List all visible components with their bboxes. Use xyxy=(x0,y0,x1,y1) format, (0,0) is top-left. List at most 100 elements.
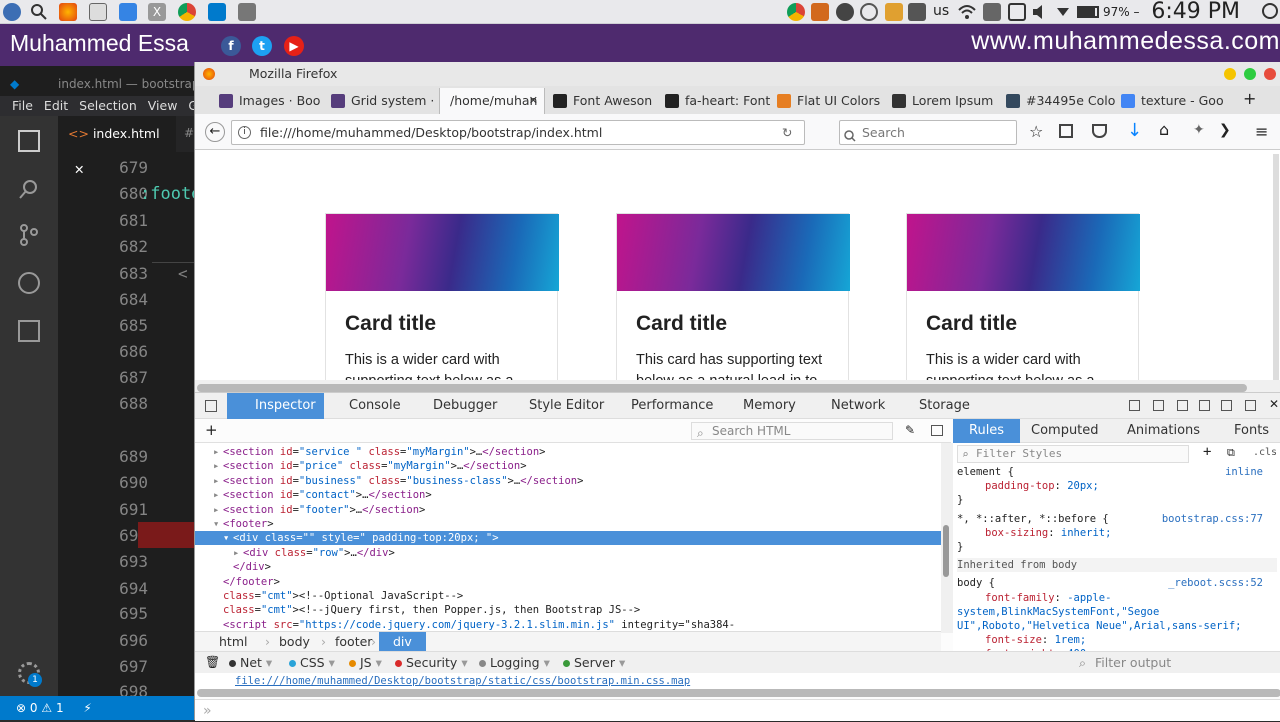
vscode-launcher-icon[interactable] xyxy=(208,3,226,21)
responsive-icon[interactable] xyxy=(1177,400,1188,411)
markup-node[interactable]: <script src="https://code.jquery.com/jqu… xyxy=(195,618,735,632)
devtools-tab-debugger[interactable]: Debugger xyxy=(413,393,497,419)
css-rule-line[interactable]: } xyxy=(957,493,1277,507)
sidebar-toggle-icon[interactable] xyxy=(931,425,943,436)
chevron-right-icon[interactable]: ▸ xyxy=(213,474,219,488)
rules-tab-rules[interactable]: Rules xyxy=(953,419,1021,443)
markup-scrollbar[interactable] xyxy=(941,443,953,633)
keyboard-layout[interactable]: us xyxy=(933,3,949,19)
devtools-tab-style-editor[interactable]: Style Editor xyxy=(509,393,604,419)
markup-node[interactable]: </div> xyxy=(195,560,271,574)
chevron-right-icon[interactable]: ▸ xyxy=(233,546,239,560)
console-horizontal-scrollbar[interactable] xyxy=(197,689,1280,697)
markup-node[interactable]: ▸ <section id="business" class="business… xyxy=(195,474,583,488)
filter-styles-input[interactable]: ⌕ Filter Styles xyxy=(957,445,1189,463)
overflow-chevron-icon[interactable]: ❯ xyxy=(1219,122,1231,138)
markup-node[interactable]: ▸ <div class="row">…</div> xyxy=(195,546,395,560)
search-field[interactable]: Search xyxy=(839,120,1017,145)
menu-file[interactable]: File xyxy=(12,98,33,113)
url-bar[interactable]: i file:///home/muhammed/Desktop/bootstra… xyxy=(231,120,805,145)
rules-tab-computed[interactable]: Computed xyxy=(1031,419,1099,443)
chevron-right-icon[interactable]: ▸ xyxy=(213,503,219,517)
css-rule-line[interactable]: font-size: 1rem; xyxy=(957,633,1277,647)
reading-list-icon[interactable] xyxy=(1059,124,1073,138)
css-rule-line[interactable]: system,BlinkMacSystemFont,"Segoe xyxy=(957,605,1277,619)
firefox-launcher-icon[interactable] xyxy=(59,3,77,21)
chevron-down-icon[interactable]: ▾ xyxy=(213,517,219,531)
cloud-icon[interactable] xyxy=(860,3,878,21)
minimize-button[interactable] xyxy=(1224,68,1236,80)
tray-app-icon[interactable] xyxy=(811,3,829,21)
dock-side-icon[interactable] xyxy=(1153,400,1164,411)
devtools-tab-memory[interactable]: Memory xyxy=(723,393,796,419)
new-tab-button[interactable]: + xyxy=(1243,89,1256,108)
download-icon[interactable]: ↓ xyxy=(1127,120,1142,141)
pocket-icon[interactable] xyxy=(1092,124,1107,138)
terminal-icon[interactable] xyxy=(89,3,107,21)
css-rule-line[interactable]: box-sizing: inherit; xyxy=(957,526,1277,540)
close-devtools-icon[interactable]: ✕ xyxy=(1269,397,1280,411)
browser-tab[interactable]: Lorem Ipsum xyxy=(888,88,1002,114)
markup-node[interactable]: ▾ <footer> xyxy=(195,517,274,531)
hamburger-menu-icon[interactable]: ≡ xyxy=(1255,122,1268,141)
browser-tab[interactable]: #34495e Colo xyxy=(1002,88,1117,114)
close-icon[interactable]: ✕ xyxy=(74,162,84,177)
markup-node[interactable]: class="cmt"><!--jQuery first, then Poppe… xyxy=(195,603,640,617)
wifi-icon[interactable] xyxy=(958,3,976,21)
menu-view[interactable]: View xyxy=(148,98,178,113)
tab-index-html[interactable]: <> index.html ✕ xyxy=(58,116,176,177)
chevron-right-icon[interactable]: ▸ xyxy=(213,445,219,459)
chevron-right-icon[interactable]: ▸ xyxy=(213,459,219,473)
page-horizontal-scrollbar[interactable] xyxy=(197,384,1247,392)
css-rule-line[interactable]: UI",Roboto,"Helvetica Neue",Arial,sans-s… xyxy=(957,619,1277,633)
tray-update-icon[interactable] xyxy=(836,3,854,21)
markup-node[interactable]: ▸ <section id="service " class="myMargin… xyxy=(195,445,545,459)
debug-icon[interactable] xyxy=(18,272,40,294)
reload-icon[interactable]: ↻ xyxy=(782,121,792,144)
console-filter-css[interactable]: CSS ▾ xyxy=(289,652,335,674)
pick-element-icon[interactable] xyxy=(205,400,217,412)
console-filter-server[interactable]: Server ▾ xyxy=(563,652,625,674)
extension-icon[interactable]: ✦ xyxy=(1193,122,1205,138)
home-icon[interactable]: ⌂ xyxy=(1159,120,1169,139)
maximize-button[interactable] xyxy=(1244,68,1256,80)
css-rule-line[interactable]: body {_reboot.scss:52 xyxy=(957,576,1277,590)
chevron-right-icon[interactable]: ▸ xyxy=(213,488,219,502)
rules-tab-fonts[interactable]: Fonts xyxy=(1234,419,1269,443)
tray-screen-icon[interactable] xyxy=(908,3,926,21)
close-icon[interactable]: ✕ xyxy=(529,88,538,114)
css-rule-line[interactable]: padding-top: 20px; xyxy=(957,479,1277,493)
dock-bottom-icon[interactable] xyxy=(1129,400,1140,411)
chrome-icon[interactable] xyxy=(178,3,196,21)
tray-monitor-icon[interactable] xyxy=(983,3,1001,21)
devtools-tab-performance[interactable]: Performance xyxy=(611,393,713,419)
chevron-down-icon[interactable] xyxy=(1057,8,1069,16)
search-icon[interactable] xyxy=(30,3,48,21)
css-source-link[interactable]: bootstrap.css:77 xyxy=(1162,512,1263,526)
devtools-tab-console[interactable]: Console xyxy=(329,393,401,419)
css-rule-line[interactable]: font-family: -apple- xyxy=(957,591,1277,605)
source-control-icon[interactable] xyxy=(18,224,40,246)
markup-node[interactable]: ▸ <section id="contact">…</section> xyxy=(195,488,432,502)
breadcrumb-div[interactable]: div xyxy=(379,632,426,652)
devtools-tab-network[interactable]: Network xyxy=(811,393,885,419)
browser-tab[interactable]: Flat UI Colors xyxy=(773,88,888,114)
fedora-icon[interactable] xyxy=(3,3,21,21)
power-icon[interactable] xyxy=(1262,3,1278,19)
breadcrumb-footer[interactable]: footer xyxy=(335,632,372,652)
warning-icon[interactable]: ⚠ xyxy=(41,701,52,715)
markup-node[interactable]: ▾ <div class="" style=" padding-top:20px… xyxy=(195,531,941,546)
cls-toggle[interactable]: .cls xyxy=(1253,447,1277,458)
search-icon[interactable] xyxy=(18,178,40,200)
breadcrumb-body[interactable]: body xyxy=(279,632,310,652)
back-button[interactable]: ← xyxy=(205,122,225,142)
css-rule-line[interactable]: Inherited from body xyxy=(957,558,1277,573)
markup-node[interactable]: </footer> xyxy=(195,575,280,589)
image-viewer-icon[interactable] xyxy=(238,3,256,21)
css-source-link[interactable]: _reboot.scss:52 xyxy=(1168,576,1263,590)
css-rule-line[interactable]: *, *::after, *::before {bootstrap.css:77 xyxy=(957,512,1277,526)
close-window-button[interactable] xyxy=(1264,68,1276,80)
menu-selection[interactable]: Selection xyxy=(79,98,137,113)
search-html-input[interactable]: ⌕ Search HTML xyxy=(691,422,893,440)
markup-node[interactable]: class="cmt"><!--Optional JavaScript--> xyxy=(195,589,463,603)
